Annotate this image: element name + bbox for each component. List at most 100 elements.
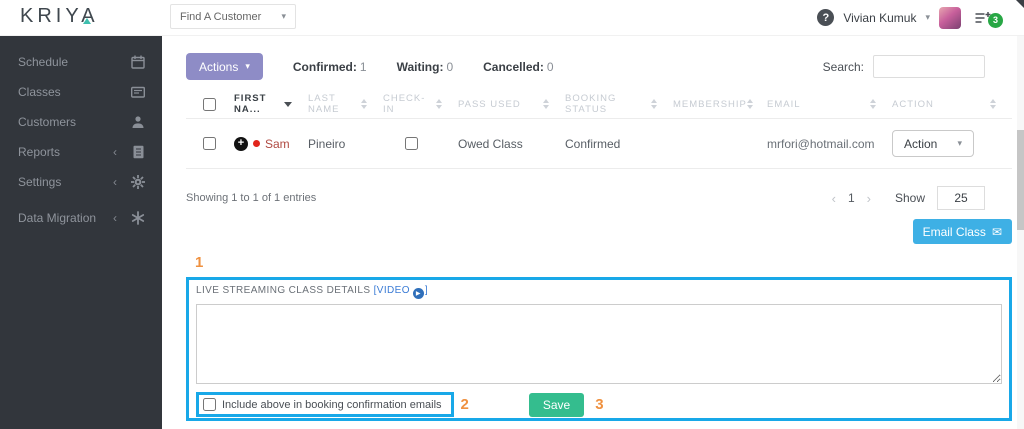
sidebar-label: Reports (18, 145, 113, 160)
column-header-pass-used[interactable]: PASS USED (458, 99, 565, 110)
check-in-cell (383, 137, 458, 150)
sidebar-label: Classes (18, 85, 113, 100)
row-action-button[interactable]: Action ▾ (892, 130, 974, 157)
actions-button-label: Actions (199, 60, 238, 74)
sort-icon (747, 99, 753, 109)
table-header-row: FIRST NA... LAST NAME CHECK-IN PASS USED… (186, 90, 1012, 119)
notification-count-badge: 3 (988, 13, 1003, 28)
video-play-icon[interactable]: ▶ (413, 288, 424, 299)
column-header-membership[interactable]: MEMBERSHIP (673, 99, 767, 110)
sidebar-label: Customers (18, 115, 113, 130)
check-in-checkbox[interactable] (405, 137, 418, 150)
column-header-check-in[interactable]: CHECK-IN (383, 93, 458, 115)
first-name-text: Sam (265, 137, 290, 151)
save-button[interactable]: Save (529, 393, 584, 417)
sort-icon (436, 99, 442, 109)
scrollbar-thumb[interactable] (1017, 130, 1024, 230)
select-all-checkbox[interactable] (203, 98, 216, 111)
action-cell: Action ▾ (892, 130, 1012, 157)
main-content: Actions ▾ Confirmed:1 Waiting:0 Cancelle… (162, 35, 1024, 429)
chevron-down-icon: ▾ (281, 12, 286, 21)
last-name-cell: Pineiro (308, 137, 383, 151)
column-header-last-name[interactable]: LAST NAME (308, 93, 383, 115)
find-customer-dropdown[interactable]: Find A Customer ▾ (170, 4, 296, 29)
help-icon[interactable]: ? (817, 9, 834, 26)
page-number[interactable]: 1 (848, 191, 855, 205)
sidebar-label: Settings (18, 175, 113, 190)
user-menu-name[interactable]: Vivian Kumuk (843, 11, 916, 25)
sidebar-item-settings[interactable]: Settings ‹ (0, 167, 162, 197)
search-input[interactable] (873, 55, 985, 78)
prev-page-button[interactable]: ‹ (832, 191, 836, 206)
annotation-number-1: 1 (195, 254, 203, 271)
avatar[interactable] (939, 7, 961, 29)
video-link-text[interactable]: [VIDEO (374, 285, 410, 296)
email-cell: mrfori@hotmail.com (767, 137, 892, 151)
live-streaming-details-textarea[interactable] (196, 304, 1002, 384)
search-group: Search: (823, 55, 985, 78)
column-header-first-name[interactable]: FIRST NA... (234, 93, 308, 115)
booking-stats: Confirmed:1 Waiting:0 Cancelled:0 (293, 60, 554, 74)
chevron-down-icon: ▾ (245, 62, 250, 71)
actions-button[interactable]: Actions ▾ (186, 53, 263, 80)
email-class-button[interactable]: Email Class ✉ (913, 219, 1012, 244)
first-name-cell: + Sam (234, 137, 308, 151)
gear-icon (131, 175, 145, 189)
show-label: Show (895, 191, 925, 205)
select-all-cell (186, 98, 234, 111)
expand-row-icon[interactable]: + (234, 137, 248, 151)
sidebar-item-classes[interactable]: Classes (0, 77, 162, 107)
live-streaming-actions-row: Include above in booking confirmation em… (196, 392, 1002, 417)
logo-teal-triangle-icon (83, 18, 91, 24)
live-streaming-title-text: LIVE STREAMING CLASS DETAILS (196, 285, 370, 296)
row-action-label: Action (904, 137, 937, 151)
status-dot-icon (253, 140, 260, 147)
live-streaming-annotation-box: LIVE STREAMING CLASS DETAILS [VIDEO▶] In… (186, 277, 1012, 421)
kriya-logo[interactable]: KRIYA (20, 5, 99, 28)
sidebar: Schedule Classes Customers Reports ‹ (0, 35, 162, 429)
sort-icon (361, 99, 367, 109)
annotation-number-3: 3 (595, 396, 603, 413)
include-in-emails-checkbox[interactable] (203, 398, 216, 411)
asterisk-icon (131, 211, 145, 225)
document-icon (131, 145, 145, 159)
column-header-email[interactable]: EMAIL (767, 99, 892, 110)
vertical-scrollbar[interactable] (1017, 35, 1024, 429)
sidebar-item-customers[interactable]: Customers (0, 107, 162, 137)
submenu-chevron-icon: ‹ (113, 211, 131, 225)
topbar-right-group: ? Vivian Kumuk ▾ 3 (817, 0, 1000, 35)
sort-icon (870, 99, 876, 109)
next-page-button[interactable]: › (867, 191, 871, 206)
chevron-down-icon[interactable]: ▾ (925, 13, 930, 22)
sidebar-label: Schedule (18, 55, 113, 70)
table-row: + Sam Pineiro Owed Class Confirmed mrfor… (186, 119, 1012, 169)
scroll-corner-mark (1016, 0, 1024, 8)
column-header-booking-status[interactable]: BOOKING STATUS (565, 93, 673, 115)
notifications-icon[interactable]: 3 (974, 11, 992, 25)
stat-cancelled: Cancelled:0 (483, 60, 553, 74)
include-in-emails-label: Include above in booking confirmation em… (222, 399, 442, 411)
sidebar-item-schedule[interactable]: Schedule (0, 47, 162, 77)
column-header-action[interactable]: ACTION (892, 99, 1012, 110)
video-link-bracket: ] (425, 285, 428, 296)
row-select-cell (186, 137, 234, 150)
email-class-label: Email Class (923, 225, 986, 239)
envelope-icon: ✉ (992, 225, 1002, 239)
include-checkbox-annotation-box: Include above in booking confirmation em… (196, 392, 454, 417)
attendees-table: FIRST NA... LAST NAME CHECK-IN PASS USED… (186, 90, 1012, 169)
top-bar: KRIYA Find A Customer ▾ ? Vivian Kumuk ▾… (0, 0, 1024, 36)
page-size-input[interactable] (937, 186, 985, 210)
stat-confirmed: Confirmed:1 (293, 60, 367, 74)
app-window: KRIYA Find A Customer ▾ ? Vivian Kumuk ▾… (0, 0, 1024, 429)
sidebar-item-data-migration[interactable]: Data Migration ‹ (0, 197, 162, 239)
pagination: ‹ 1 › Show (832, 186, 985, 210)
submenu-chevron-icon: ‹ (113, 145, 131, 159)
pass-used-cell: Owed Class (458, 137, 565, 151)
stat-waiting: Waiting:0 (397, 60, 454, 74)
person-icon (131, 115, 145, 129)
sort-icon (990, 99, 996, 109)
row-select-checkbox[interactable] (203, 137, 216, 150)
find-customer-label: Find A Customer (180, 11, 261, 23)
sidebar-item-reports[interactable]: Reports ‹ (0, 137, 162, 167)
sort-icon (651, 99, 657, 109)
